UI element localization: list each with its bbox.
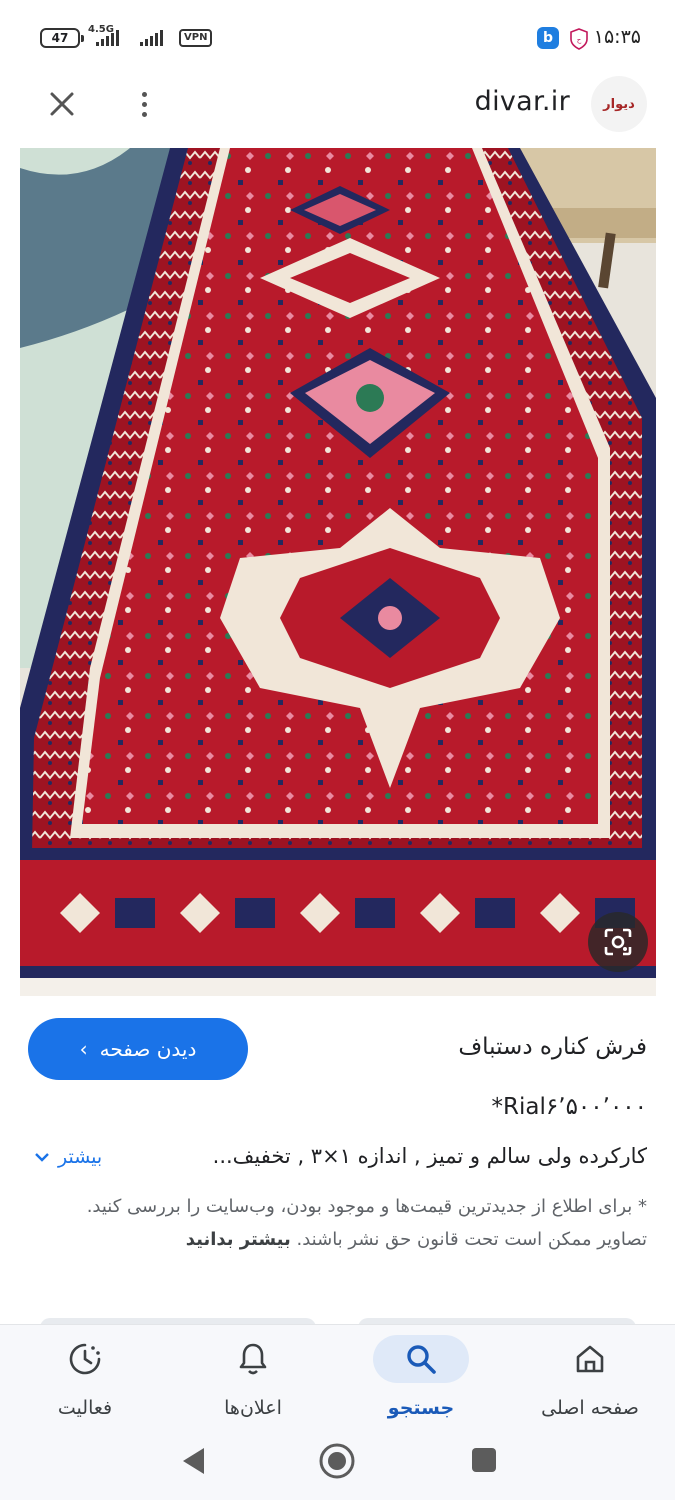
visit-page-button[interactable]: ‹ دیدن صفحه: [28, 1018, 248, 1080]
more-label: بیشتر: [58, 1146, 103, 1168]
battery-icon: 47: [40, 28, 84, 48]
copyright-notice: * برای اطلاع از جدیدترین قیمت‌ها و موجود…: [34, 1190, 647, 1256]
nav-home[interactable]: صفحه اصلی: [515, 1325, 665, 1435]
result-price: *Rial۶٬۵۰۰٬۰۰۰: [491, 1094, 647, 1120]
nav-search-label: جستجو: [387, 1397, 455, 1419]
shield-icon: ح: [570, 28, 588, 50]
site-logo-text: دیوار: [603, 96, 635, 112]
clock: ۱۵:۳۵: [593, 26, 641, 48]
site-domain[interactable]: divar.ir: [475, 86, 570, 117]
google-lens-icon: [604, 928, 632, 956]
bottom-navigation: فعالیت اعلان‌ها جستجو صفحه اصلی: [0, 1324, 675, 1434]
result-title: فرش کناره دستباف: [458, 1034, 647, 1060]
google-lens-button[interactable]: [588, 912, 648, 972]
site-logo[interactable]: دیوار: [591, 76, 647, 132]
more-options-button[interactable]: [132, 86, 156, 122]
close-icon: [50, 92, 74, 116]
result-description: کارکرده ولی سالم و تمیز , اندازه ۱×۳ , ت…: [212, 1144, 647, 1168]
home-icon: [576, 1345, 604, 1373]
search-icon: [407, 1345, 436, 1374]
activity-icon: [69, 1343, 101, 1375]
result-info-panel: ‹ دیدن صفحه فرش کناره دستباف *Rial۶٬۵۰۰٬…: [0, 996, 675, 1326]
chevron-down-icon: [35, 1153, 49, 1162]
result-image[interactable]: [20, 148, 656, 996]
bale-icon: b: [537, 27, 559, 49]
rug-illustration: [20, 148, 656, 996]
bell-icon: [239, 1343, 267, 1375]
more-link[interactable]: بیشتر: [34, 1146, 102, 1168]
description-row: کارکرده ولی سالم و تمیز , اندازه ۱×۳ , ت…: [28, 1144, 647, 1178]
recents-icon[interactable]: [472, 1448, 496, 1472]
nav-search[interactable]: جستجو: [346, 1325, 496, 1435]
home-button-icon[interactable]: [318, 1442, 356, 1480]
back-icon[interactable]: [180, 1446, 206, 1476]
signal-icon: [96, 30, 119, 46]
chevron-left-icon: ‹: [79, 1037, 88, 1061]
browser-header: divar.ir دیوار: [0, 76, 675, 148]
nav-activity[interactable]: فعالیت: [10, 1325, 160, 1435]
visit-page-label: دیدن صفحه: [99, 1037, 197, 1061]
nav-home-label: صفحه اصلی: [541, 1397, 639, 1419]
learn-more-link[interactable]: بیشتر بدانید: [186, 1229, 291, 1250]
nav-notifications-label: اعلان‌ها: [224, 1397, 282, 1419]
close-button[interactable]: [44, 86, 80, 122]
vpn-icon: VPN: [179, 29, 213, 47]
signal-icon: [140, 30, 163, 46]
status-bar: 47 4.5G VPN b ح ۱۵:۳۵: [0, 0, 675, 76]
nav-activity-label: فعالیت: [57, 1397, 113, 1419]
notice-text: * برای اطلاع از جدیدترین قیمت‌ها و موجود…: [86, 1196, 647, 1250]
more-vert-icon: [141, 91, 147, 97]
nav-notifications[interactable]: اعلان‌ها: [178, 1325, 328, 1435]
svg-text:ح: ح: [577, 36, 582, 44]
system-navigation: [0, 1434, 675, 1500]
